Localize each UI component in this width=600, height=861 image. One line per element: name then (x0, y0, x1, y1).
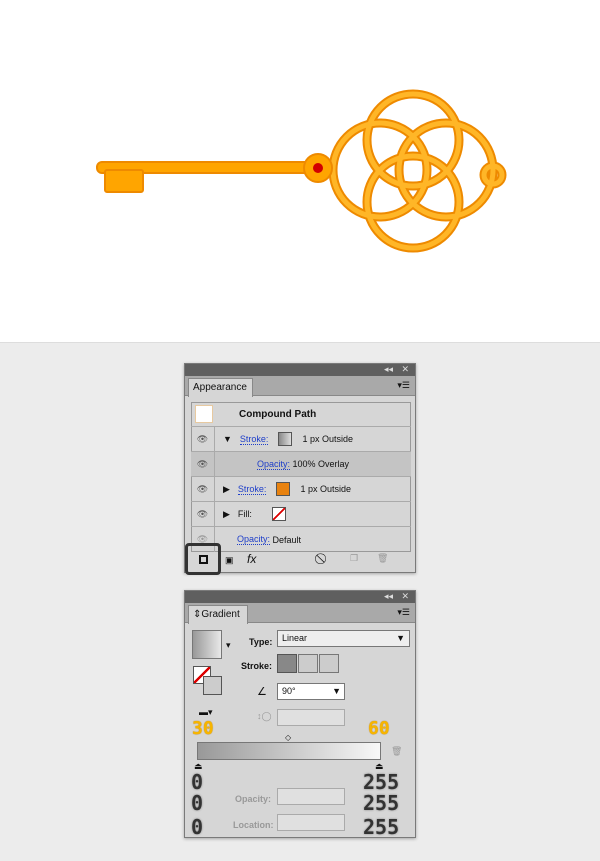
close-icon[interactable]: ✕ (401, 364, 409, 375)
orange-swatch[interactable] (276, 482, 291, 496)
location-field (277, 814, 345, 831)
golden-key-illustration (96, 89, 507, 253)
duplicate-item-icon[interactable]: ❐ (350, 553, 358, 564)
appearance-panel: ◂◂ ✕ Appearance ▾☰ Compound Path 👁 ▼ Stroke:… (184, 363, 416, 575)
stroke-within-button[interactable] (277, 654, 297, 673)
type-dropdown[interactable]: Linear ▼ (277, 630, 410, 647)
tab-label: Gradient (201, 609, 240, 620)
gradient-swatch[interactable] (278, 432, 293, 446)
opacity-link[interactable]: Opacity: (257, 459, 291, 470)
gradient-thumbnail[interactable] (192, 630, 222, 659)
opacity-link[interactable]: Opacity: (237, 534, 271, 545)
aspect-ratio-icon: ↕◯ (257, 711, 272, 721)
fx-button[interactable]: fx (247, 552, 256, 566)
left-rgb-g: 0 (191, 791, 204, 815)
gradient-panel: ◂◂ ✕ ⇕Gradient ▾☰ ▾ ▬▾ 30 60 Type: Linear ▼… (184, 590, 416, 839)
stroke-across-button[interactable] (319, 654, 339, 673)
opacity-label: Opacity: (235, 794, 272, 804)
tab-gradient[interactable]: ⇕Gradient (188, 605, 248, 624)
type-label: Type: (249, 637, 273, 647)
stroke-along-button[interactable] (298, 654, 318, 673)
eye-icon[interactable]: 👁 (191, 427, 215, 451)
stroke-link[interactable]: Stroke: (239, 434, 269, 445)
panel-menu-icon[interactable]: ▾☰ (397, 607, 410, 618)
tab-appearance[interactable]: Appearance (188, 378, 253, 397)
artboard (0, 0, 600, 343)
angle-field[interactable]: 90° ▼ (277, 683, 345, 700)
collapse-icon[interactable]: ◂◂ (384, 591, 393, 602)
location-label: Location: (233, 820, 274, 830)
aspect-ratio-field (277, 709, 345, 726)
opacity-value: 100% Overlay (292, 459, 350, 469)
trash-icon[interactable]: 🗑 (391, 746, 402, 757)
left-rgb-b: 0 (191, 815, 204, 839)
eye-icon[interactable]: 👁 (191, 502, 215, 526)
collapse-icon[interactable]: ◂◂ (384, 364, 393, 375)
right-rgb-g: 255 (363, 791, 400, 815)
chevron-down-icon: ▼ (332, 686, 341, 696)
stroke-row-2[interactable]: 👁 ▶ Stroke: 1 px Outside (191, 477, 411, 502)
gradient-slider[interactable] (197, 742, 381, 760)
stroke-value: 1 px Outside (302, 434, 353, 444)
angle-icon: ∠ (257, 686, 267, 698)
close-icon[interactable]: ✕ (401, 591, 409, 602)
angle-value: 90° (282, 686, 296, 696)
opacity-row-default[interactable]: 👁 Opacity: Default (191, 527, 411, 552)
expand-down-icon[interactable]: ▼ (223, 434, 232, 444)
panel-menu-icon[interactable]: ▾☰ (397, 380, 410, 391)
chevron-down-icon[interactable]: ▾ (226, 640, 231, 651)
reverse-gradient-icon[interactable]: ▬▾ (199, 707, 213, 718)
square-icon (198, 554, 208, 564)
stroke-label: Stroke: (241, 661, 273, 671)
opacity-value: Default (272, 534, 302, 545)
expand-right-icon[interactable]: ▶ (223, 509, 230, 520)
stroke-link[interactable]: Stroke: (237, 484, 267, 495)
stroke-row-1[interactable]: 👁 ▼ Stroke: 1 px Outside (191, 427, 411, 452)
right-rgb-b: 255 (363, 815, 400, 839)
add-new-fill-button[interactable]: ▣ (225, 555, 234, 566)
fill-row[interactable]: 👁 ▶ Fill: (191, 502, 411, 527)
trash-icon[interactable]: 🗑 (377, 553, 388, 564)
stroke-gradient-swatch[interactable] (203, 676, 222, 695)
object-thumbnail (195, 405, 213, 423)
chevron-down-icon: ▼ (396, 633, 405, 643)
right-stop-annotation: 60 (368, 718, 390, 739)
opacity-row[interactable]: 👁 Opacity: 100% Overlay (191, 452, 411, 477)
eye-icon[interactable]: 👁 (191, 477, 215, 501)
fill-label: Fill: (237, 509, 252, 519)
eye-icon[interactable]: 👁 (191, 452, 215, 476)
midpoint-diamond[interactable]: ◇ (285, 733, 291, 742)
expand-right-icon[interactable]: ▶ (223, 484, 230, 495)
none-fill-swatch[interactable] (271, 507, 286, 521)
type-value: Linear (282, 633, 308, 643)
object-title: Compound Path (239, 408, 317, 420)
add-new-stroke-button[interactable] (185, 543, 221, 575)
stroke-value: 1 px Outside (300, 484, 351, 494)
opacity-field (277, 788, 345, 805)
left-stop-annotation: 30 (192, 718, 214, 739)
